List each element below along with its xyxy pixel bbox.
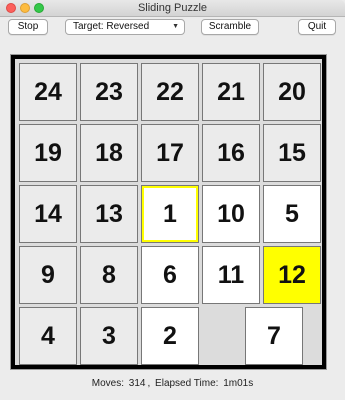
tile[interactable]: 19 bbox=[19, 124, 77, 182]
tile-target-highlight[interactable]: 1 bbox=[141, 185, 199, 243]
tile[interactable]: 17 bbox=[141, 124, 199, 182]
tile[interactable]: 10 bbox=[202, 185, 260, 243]
app-window: Sliding Puzzle Stop Target: Reversed ▼ S… bbox=[0, 0, 345, 400]
moves-count: 314 bbox=[128, 378, 146, 389]
elapsed-time: 1m01s bbox=[223, 378, 254, 389]
puzzle-board: 24 23 22 21 20 19 18 17 16 15 14 13 1 10… bbox=[15, 59, 322, 365]
tile[interactable]: 7 bbox=[245, 307, 303, 365]
chevron-down-icon: ▼ bbox=[172, 23, 179, 30]
stop-button[interactable]: Stop bbox=[8, 19, 48, 35]
tile[interactable]: 4 bbox=[19, 307, 77, 365]
tile[interactable]: 24 bbox=[19, 63, 77, 121]
tile[interactable]: 2 bbox=[141, 307, 199, 365]
moves-label: Moves: bbox=[91, 378, 125, 389]
tile[interactable]: 8 bbox=[80, 246, 138, 304]
target-select-label: Target: Reversed bbox=[73, 21, 150, 32]
status-bar: Moves: 314, Elapsed Time: 1m01s bbox=[91, 378, 254, 389]
tile[interactable]: 11 bbox=[202, 246, 260, 304]
tile[interactable]: 5 bbox=[263, 185, 321, 243]
window-title: Sliding Puzzle bbox=[137, 2, 208, 14]
tile[interactable]: 9 bbox=[19, 246, 77, 304]
tile[interactable]: 16 bbox=[202, 124, 260, 182]
quit-button[interactable]: Quit bbox=[298, 19, 336, 35]
tile[interactable]: 20 bbox=[263, 63, 321, 121]
tile[interactable]: 22 bbox=[141, 63, 199, 121]
title-bar: Sliding Puzzle bbox=[0, 0, 345, 17]
elapsed-label: Elapsed Time: bbox=[155, 378, 219, 389]
tile[interactable]: 6 bbox=[141, 246, 199, 304]
tile[interactable]: 14 bbox=[19, 185, 77, 243]
tile[interactable]: 13 bbox=[80, 185, 138, 243]
tile[interactable]: 15 bbox=[263, 124, 321, 182]
puzzle-board-frame: 24 23 22 21 20 19 18 17 16 15 14 13 1 10… bbox=[10, 54, 327, 370]
scramble-button[interactable]: Scramble bbox=[201, 19, 259, 35]
tile[interactable]: 18 bbox=[80, 124, 138, 182]
tile[interactable]: 23 bbox=[80, 63, 138, 121]
tile[interactable]: 3 bbox=[80, 307, 138, 365]
tile[interactable]: 21 bbox=[202, 63, 260, 121]
tile-selected[interactable]: 12 bbox=[263, 246, 321, 304]
target-select[interactable]: Target: Reversed ▼ bbox=[65, 19, 185, 35]
toolbar: Stop Target: Reversed ▼ Scramble Quit bbox=[0, 17, 345, 39]
